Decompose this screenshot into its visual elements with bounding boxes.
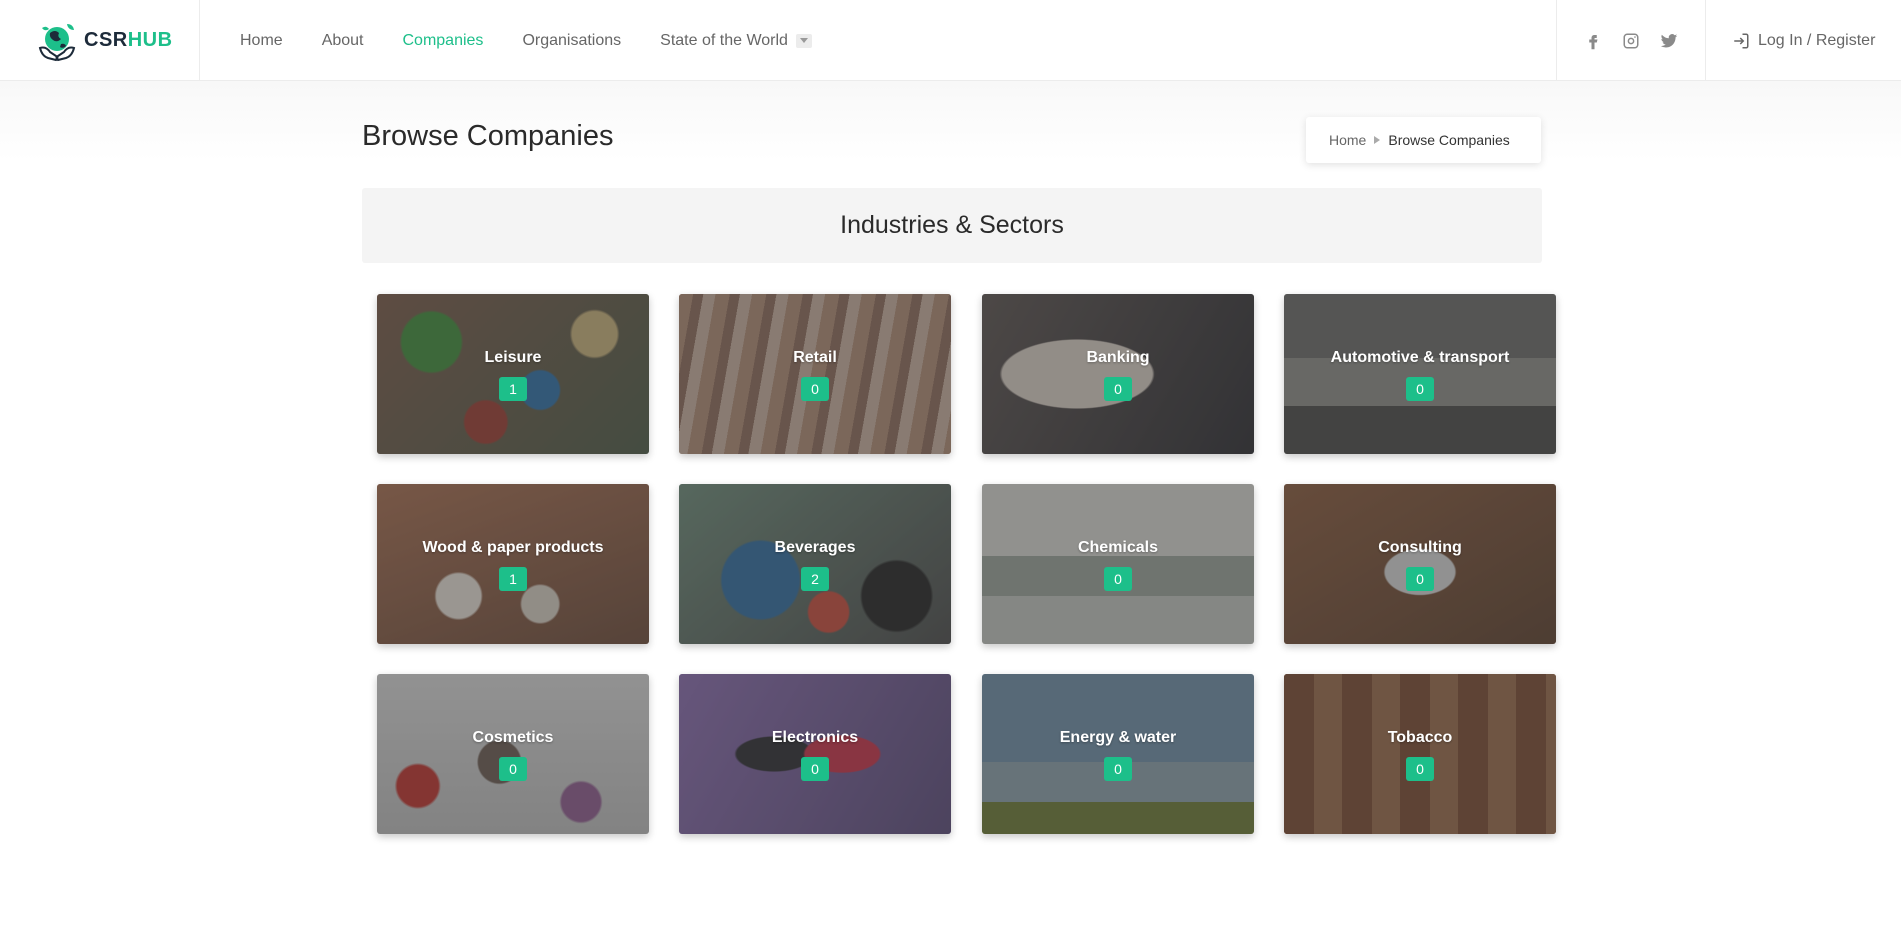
card-overlay (679, 674, 951, 834)
card-overlay (679, 484, 951, 644)
count-badge: 1 (499, 377, 527, 401)
industry-card-cosmetics[interactable]: Cosmetics 0 (377, 674, 649, 834)
site-header: CSRHUB Home About Companies Organisation… (0, 0, 1901, 81)
industry-card-leisure[interactable]: Leisure 1 (377, 294, 649, 454)
industry-card-chemicals[interactable]: Chemicals 0 (982, 484, 1254, 644)
card-label: Beverages (774, 539, 856, 556)
count-badge: 0 (1104, 567, 1132, 591)
page-title: Browse Companies (362, 120, 614, 152)
industry-card-consulting[interactable]: Consulting 0 (1284, 484, 1556, 644)
industry-card-automotive-transport[interactable]: Automotive & transport 0 (1284, 294, 1556, 454)
card-label: Automotive & transport (1330, 349, 1510, 366)
login-label: Log In / Register (1758, 31, 1876, 49)
card-label: Consulting (1378, 539, 1462, 556)
industries-section-header: Industries & Sectors (362, 188, 1542, 263)
card-overlay (982, 484, 1254, 644)
login-register-link[interactable]: Log In / Register (1732, 0, 1875, 81)
count-badge: 0 (801, 377, 829, 401)
chevron-down-icon[interactable] (795, 33, 812, 48)
nav-about[interactable]: About (322, 32, 364, 50)
count-badge: 0 (499, 757, 527, 781)
industry-card-wood-paper-products[interactable]: Wood & paper products 1 (377, 484, 649, 644)
card-label: Tobacco (1387, 729, 1453, 746)
main-nav: Home About Companies Organisations State… (240, 0, 851, 81)
industry-card-beverages[interactable]: Beverages 2 (679, 484, 951, 644)
card-label: Banking (1086, 349, 1150, 366)
globe-hands-logo-icon (38, 23, 76, 61)
section-title: Industries & Sectors (840, 211, 1064, 239)
card-overlay (679, 294, 951, 454)
industry-card-banking[interactable]: Banking 0 (982, 294, 1254, 454)
card-overlay (982, 674, 1254, 834)
nav-organisations[interactable]: Organisations (522, 32, 621, 50)
nav-state-of-the-world-label: State of the World (660, 31, 788, 49)
count-badge: 0 (1104, 377, 1132, 401)
industry-card-electronics[interactable]: Electronics 0 (679, 674, 951, 834)
count-badge: 0 (1406, 377, 1434, 401)
card-overlay (1284, 674, 1556, 834)
count-badge: 0 (1104, 757, 1132, 781)
card-overlay (377, 294, 649, 454)
nav-home[interactable]: Home (240, 32, 283, 50)
industry-card-energy-water[interactable]: Energy & water 0 (982, 674, 1254, 834)
breadcrumb-home[interactable]: Home (1329, 132, 1366, 148)
card-overlay (377, 484, 649, 644)
card-label: Electronics (771, 729, 859, 746)
social-links (1556, 0, 1706, 81)
card-label: Energy & water (1059, 729, 1177, 746)
page-header-band (0, 81, 1901, 161)
count-badge: 0 (1406, 567, 1434, 591)
card-label: Retail (793, 349, 837, 366)
breadcrumb: Home Browse Companies (1306, 117, 1541, 163)
card-label: Leisure (484, 349, 542, 366)
card-label: Cosmetics (472, 729, 554, 746)
industry-card-tobacco[interactable]: Tobacco 0 (1284, 674, 1556, 834)
industry-card-retail[interactable]: Retail 0 (679, 294, 951, 454)
nav-state-of-the-world[interactable]: State of the World (660, 32, 812, 50)
card-label: Chemicals (1077, 539, 1159, 556)
count-badge: 0 (1406, 757, 1434, 781)
facebook-icon[interactable] (1584, 32, 1602, 50)
chevron-right-icon (1374, 136, 1381, 144)
card-overlay (982, 294, 1254, 454)
count-badge: 0 (801, 757, 829, 781)
breadcrumb-current: Browse Companies (1388, 132, 1510, 148)
logo-wordmark: CSRHUB (84, 29, 173, 51)
nav-companies[interactable]: Companies (403, 32, 484, 50)
count-badge: 2 (801, 567, 829, 591)
card-overlay (1284, 294, 1556, 454)
login-icon (1734, 33, 1749, 48)
card-label: Wood & paper products (422, 539, 604, 556)
count-badge: 1 (499, 567, 527, 591)
card-overlay (1284, 484, 1556, 644)
instagram-icon[interactable] (1622, 32, 1640, 50)
card-overlay (377, 674, 649, 834)
twitter-icon[interactable] (1660, 32, 1678, 50)
logo[interactable]: CSRHUB (0, 0, 200, 81)
